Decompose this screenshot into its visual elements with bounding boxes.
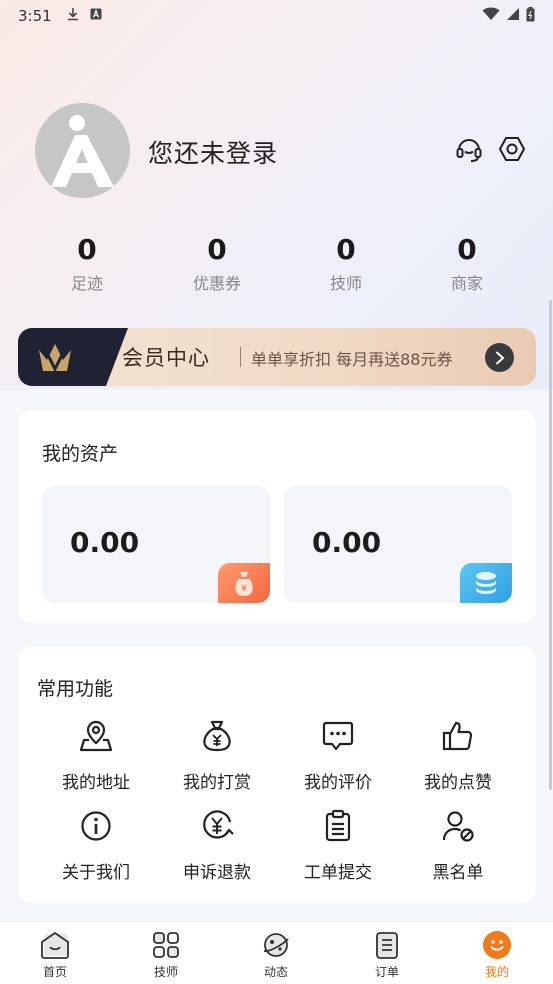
stat-footprints[interactable]: 0 足迹: [37, 232, 137, 294]
stat-label: 优惠券: [192, 274, 241, 293]
coins-stack-icon: [460, 563, 512, 603]
vip-title: 会员中心: [122, 346, 210, 370]
chevron-right-icon[interactable]: [485, 343, 514, 372]
tab-mine[interactable]: 我的: [452, 930, 542, 980]
assets-title: 我的资产: [42, 443, 119, 465]
tab-orders[interactable]: 订单: [342, 930, 432, 980]
battery-icon: [526, 6, 535, 26]
headset-icon[interactable]: [453, 133, 485, 165]
tab-feed[interactable]: 动态: [231, 930, 321, 980]
stat-label: 技师: [329, 274, 362, 293]
crown-icon: [36, 338, 74, 380]
asset-value: 0.00: [312, 526, 382, 559]
vip-description: 单单享折扣 每月再送88元券: [251, 350, 453, 369]
func-submit-ticket[interactable]: 工单提交: [278, 806, 398, 883]
stat-value: 0: [77, 233, 97, 266]
functions-title: 常用功能: [37, 678, 114, 700]
location-pin-icon: [76, 716, 116, 756]
func-my-reviews[interactable]: 我的评价: [278, 716, 398, 793]
stat-value: 0: [207, 233, 227, 266]
info-icon: [76, 806, 116, 846]
tab-home[interactable]: 首页: [10, 930, 100, 980]
status-bar: 3:51: [0, 0, 553, 32]
func-about-us[interactable]: 关于我们: [36, 806, 156, 883]
stat-label: 商家: [450, 274, 483, 293]
func-refund-appeal[interactable]: 申诉退款: [157, 806, 277, 883]
thumbs-up-icon: [438, 716, 478, 756]
scrollbar[interactable]: [549, 300, 552, 790]
home-icon: [40, 930, 70, 960]
func-my-tips[interactable]: 我的打赏: [157, 716, 277, 793]
order-list-icon: [372, 930, 402, 960]
func-label: 我的地址: [62, 773, 130, 793]
func-label: 我的打赏: [183, 773, 251, 793]
refund-icon: [197, 806, 237, 846]
assets-card: 我的资产 0.00 ¥ 0.00: [18, 410, 536, 623]
tab-label: 技师: [153, 965, 178, 979]
stat-value: 0: [336, 233, 356, 266]
download-icon: [66, 7, 80, 25]
tab-label: 我的: [484, 965, 509, 979]
func-label: 工单提交: [304, 863, 372, 883]
func-label: 关于我们: [62, 863, 130, 883]
tab-label: 订单: [374, 965, 399, 979]
func-blacklist[interactable]: 黑名单: [398, 806, 518, 883]
settings-hex-icon[interactable]: [496, 133, 528, 165]
tab-label: 首页: [42, 965, 67, 979]
clipboard-icon: [318, 806, 358, 846]
vip-center-banner[interactable]: 会员中心 单单享折扣 每月再送88元券: [18, 328, 536, 386]
stat-coupons[interactable]: 0 优惠券: [167, 232, 267, 294]
func-label: 我的评价: [304, 773, 372, 793]
func-my-likes[interactable]: 我的点赞: [398, 716, 518, 793]
chat-bubble-icon: [318, 716, 358, 756]
svg-text:¥: ¥: [241, 584, 247, 594]
functions-card: 常用功能 我的地址 我的打赏 我的评价 我的点赞 关于我们 申诉退款 工单提交 …: [18, 646, 536, 903]
func-label: 黑名单: [432, 863, 484, 883]
avatar[interactable]: [35, 103, 130, 198]
func-my-address[interactable]: 我的地址: [36, 716, 156, 793]
money-bag-icon: ¥: [218, 563, 270, 603]
func-label: 我的点赞: [424, 773, 492, 793]
stat-merchants[interactable]: 0 商家: [417, 232, 517, 294]
status-time: 3:51: [18, 7, 52, 25]
planet-icon: [261, 930, 291, 960]
user-block-icon: [438, 806, 478, 846]
money-bag-icon: [197, 716, 237, 756]
signal-icon: [506, 7, 520, 25]
stat-label: 足迹: [70, 274, 103, 293]
tab-label: 动态: [263, 965, 288, 979]
vip-divider: [240, 347, 241, 367]
grid-icon: [151, 930, 181, 960]
asset-balance-tile[interactable]: 0.00 ¥: [42, 486, 270, 603]
func-label: 申诉退款: [183, 863, 251, 883]
stat-value: 0: [457, 233, 477, 266]
smile-icon: [482, 930, 512, 960]
login-prompt[interactable]: 您还未登录: [148, 134, 278, 170]
stat-technicians[interactable]: 0 技师: [296, 232, 396, 294]
wifi-icon: [482, 7, 500, 25]
profile-stats: 0 足迹 0 优惠券 0 技师 0 商家: [0, 232, 553, 302]
tab-technicians[interactable]: 技师: [121, 930, 211, 980]
asset-value: 0.00: [70, 526, 140, 559]
asset-coins-tile[interactable]: 0.00: [284, 486, 512, 603]
bottom-tab-bar: 首页 技师 动态 订单 我的: [0, 921, 553, 984]
a-badge-icon: [90, 8, 102, 24]
